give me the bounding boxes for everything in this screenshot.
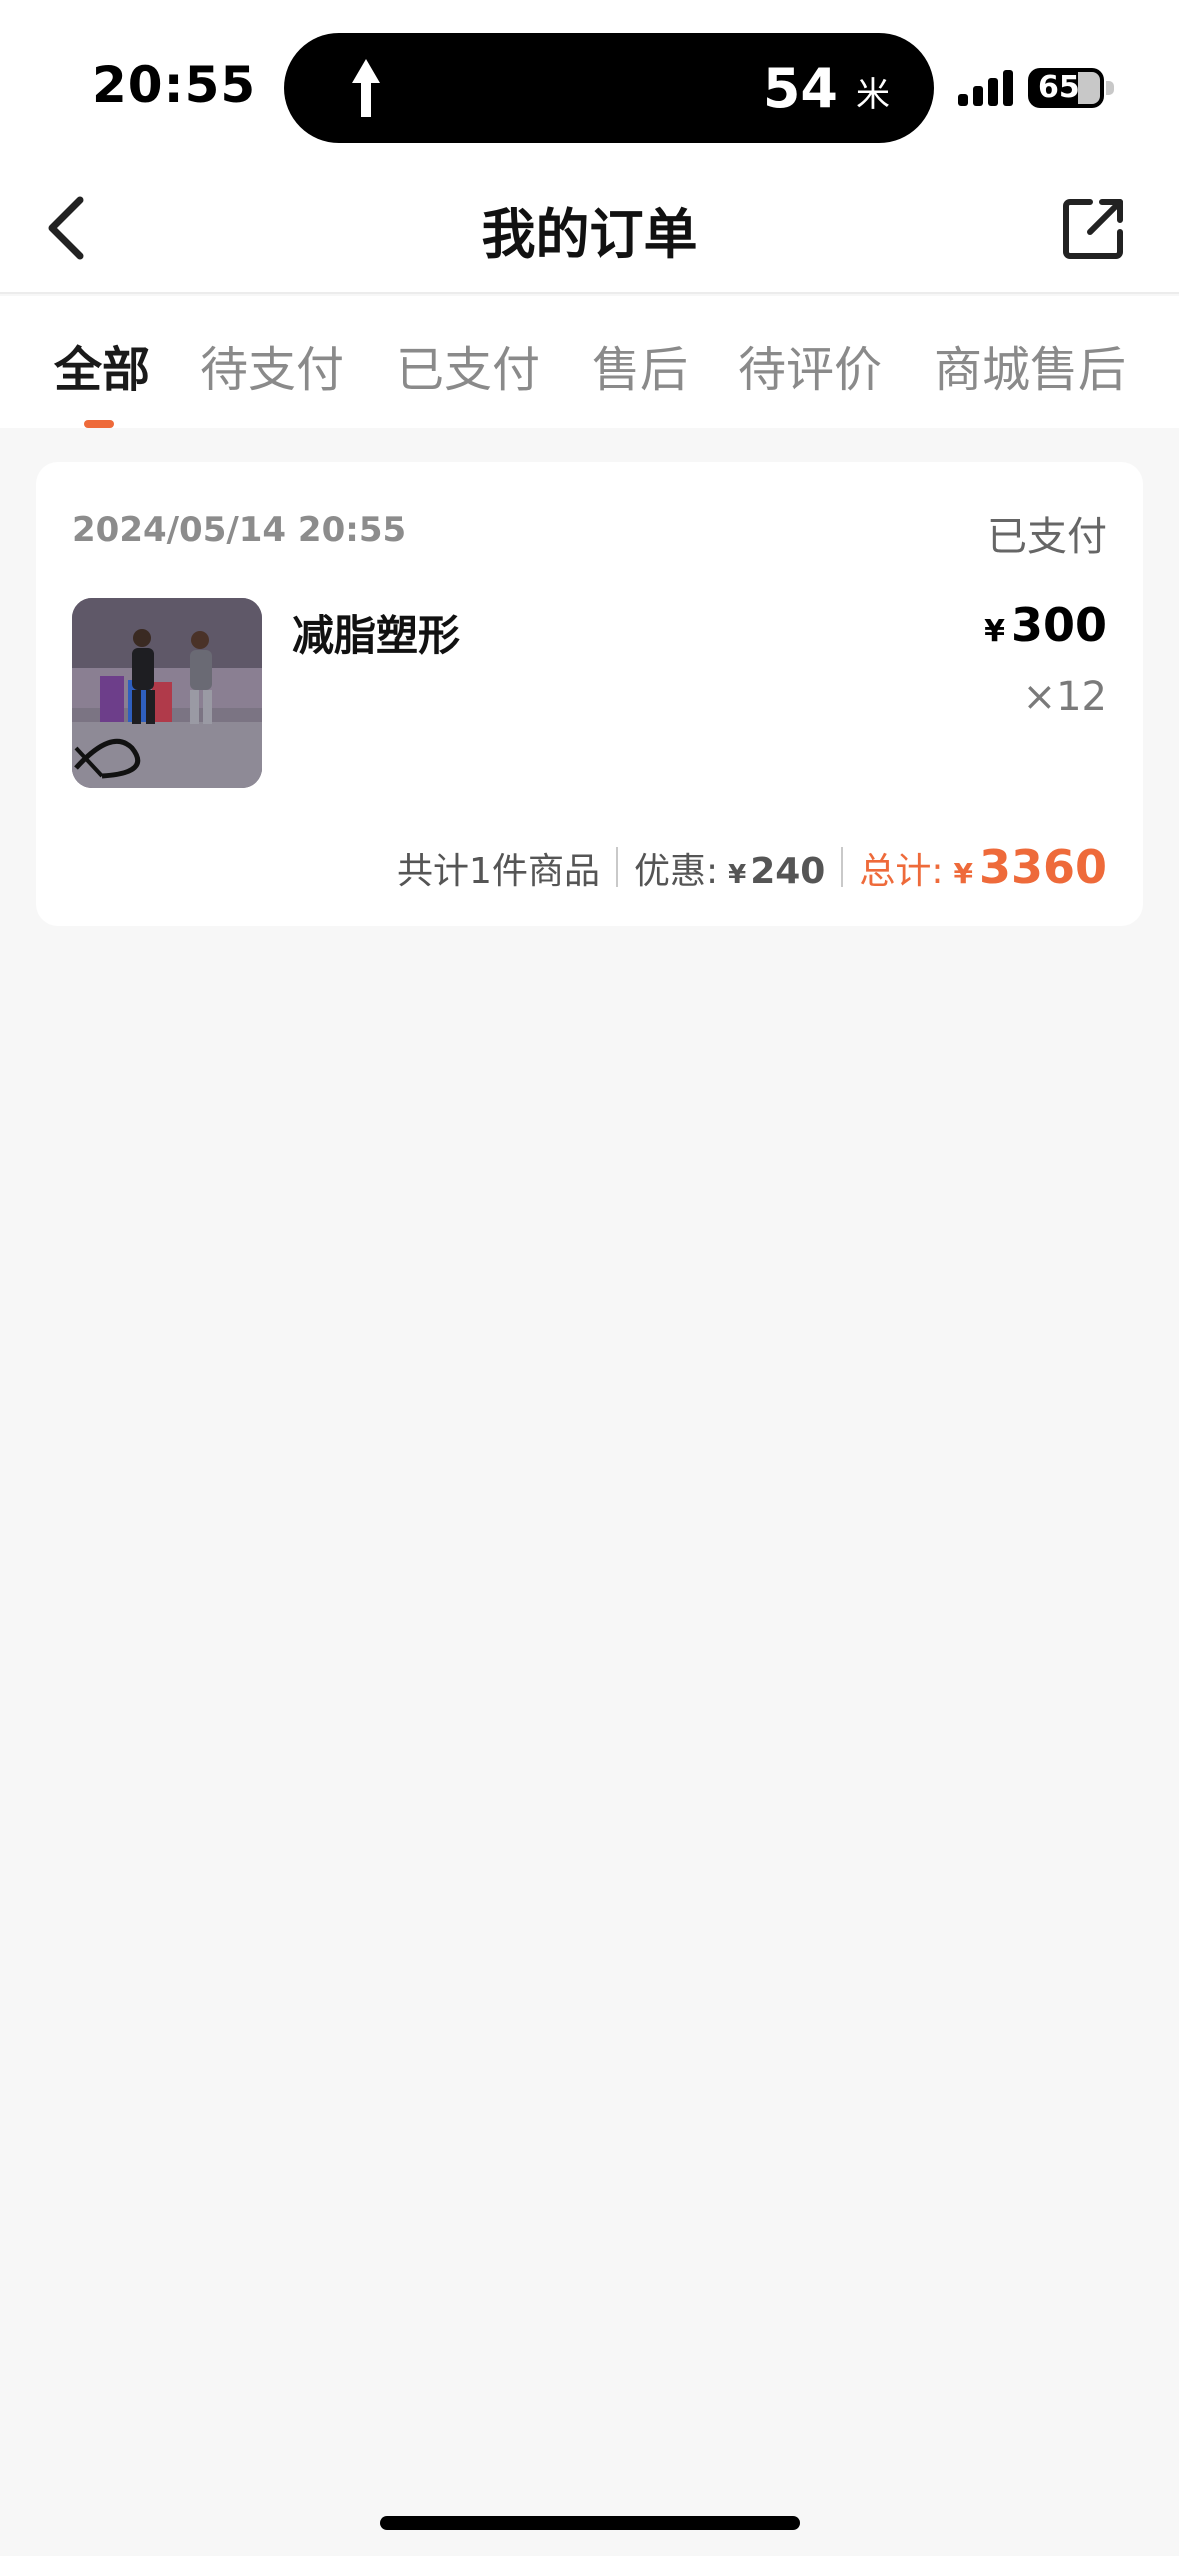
order-status: 已支付 bbox=[987, 514, 1107, 560]
total-currency: ¥ bbox=[953, 857, 973, 890]
order-card[interactable]: 2024/05/14 20:55 已支付 减脂塑形 ¥300 ×12 共计1件商… bbox=[36, 462, 1143, 926]
tab-paid[interactable]: 已支付 bbox=[396, 330, 540, 400]
summary-divider bbox=[841, 847, 844, 887]
product-name: 减脂塑形 bbox=[292, 611, 461, 660]
tab-mall-after-sales[interactable]: 商城售后 bbox=[934, 330, 1126, 400]
price-value: 300 bbox=[1010, 598, 1107, 652]
order-summary: 共计1件商品 优惠: ¥ 240 总计: ¥ 3360 bbox=[397, 840, 1107, 894]
total-label: 总计: bbox=[859, 851, 944, 892]
island-value: 54 bbox=[762, 57, 838, 120]
tab-after-sales[interactable]: 售后 bbox=[592, 330, 688, 400]
nav-bar: 我的订单 bbox=[0, 160, 1179, 294]
battery-level: 65 bbox=[1038, 70, 1080, 105]
product-thumbnail[interactable] bbox=[72, 598, 262, 788]
external-link-icon[interactable] bbox=[1062, 196, 1126, 260]
item-count: 共计1件商品 bbox=[397, 851, 600, 892]
discount-currency: ¥ bbox=[728, 860, 747, 890]
order-tabs: 全部 待支付 已支付 售后 待评价 商城售后 bbox=[0, 296, 1179, 428]
status-bar: 20:55 54 米 65 bbox=[0, 0, 1179, 160]
total-value: 3360 bbox=[978, 840, 1107, 894]
tab-all[interactable]: 全部 bbox=[54, 330, 150, 400]
page-title: 我的订单 bbox=[481, 203, 698, 266]
product-quantity: ×12 bbox=[1022, 674, 1107, 720]
summary-divider bbox=[615, 847, 618, 887]
island-unit: 米 bbox=[856, 75, 890, 115]
price-currency: ¥ bbox=[984, 614, 1005, 649]
navigation-arrow-icon bbox=[352, 59, 380, 117]
discount-label: 优惠: bbox=[633, 851, 719, 892]
discount-value: 240 bbox=[750, 851, 826, 892]
order-date: 2024/05/14 20:55 bbox=[72, 510, 407, 550]
tab-pending-review[interactable]: 待评价 bbox=[738, 330, 882, 400]
home-indicator[interactable] bbox=[380, 2516, 800, 2530]
tab-pending-payment[interactable]: 待支付 bbox=[200, 330, 344, 400]
active-tab-indicator bbox=[84, 420, 114, 428]
status-time: 20:55 bbox=[92, 56, 257, 114]
battery-icon: 65 bbox=[1028, 68, 1114, 108]
dynamic-island[interactable]: 54 米 bbox=[284, 33, 934, 143]
product-price: ¥300 bbox=[984, 598, 1107, 652]
cellular-signal-icon bbox=[958, 70, 1013, 106]
product-image bbox=[72, 598, 262, 788]
